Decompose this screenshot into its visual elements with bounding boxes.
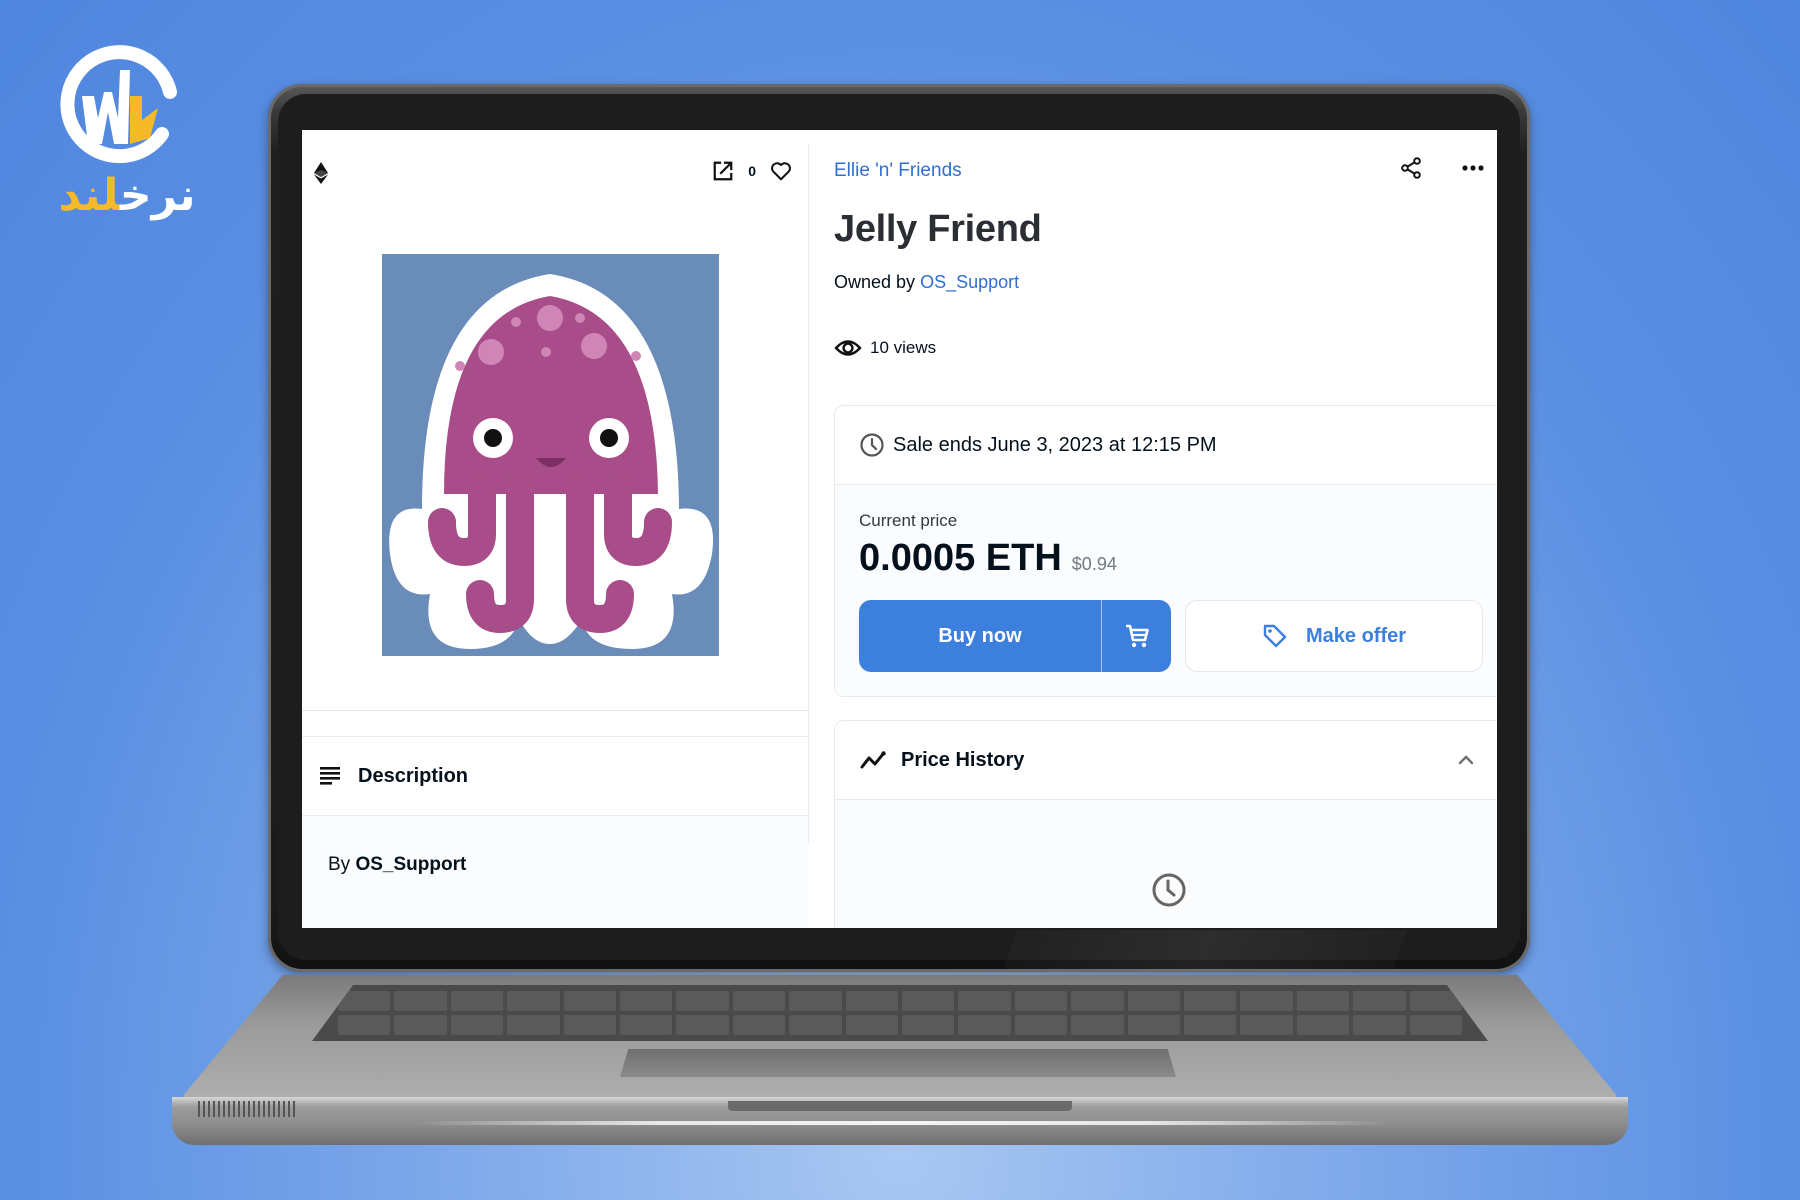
chevron-up-icon[interactable] (1457, 751, 1475, 769)
laptop-lip-highlight (412, 1121, 1392, 1125)
price-row: 0.0005 ETH $0.94 (859, 537, 1497, 580)
brand-wordmark: نرخلند (52, 168, 202, 224)
buy-now-button[interactable]: Buy now (859, 600, 1102, 672)
price-history-card: Price History (834, 720, 1497, 928)
laptop-base (172, 975, 1628, 1145)
price-history-header[interactable]: Price History (835, 721, 1497, 800)
clock-icon (1152, 873, 1186, 907)
nft-item-page: 0 Description By OS_Support Ellie 'n' Fr… (302, 130, 1497, 928)
description-body: By OS_Support (302, 816, 808, 928)
bezel-reflection (1002, 930, 1408, 970)
brand-logo: نرخلند (52, 40, 195, 221)
sale-ends-text: Sale ends June 3, 2023 at 12:15 PM (893, 433, 1217, 456)
current-price-label: Current price (859, 511, 958, 530)
add-to-cart-button[interactable] (1102, 600, 1171, 672)
owner-line: Owned by OS_Support (834, 272, 1019, 293)
wordmark-yellow-part: لند (58, 170, 120, 221)
by-label: By (328, 854, 351, 875)
owned-by-label: Owned by (834, 272, 916, 292)
media-actions: 0 (712, 160, 792, 182)
laptop-keyboard (312, 985, 1488, 1041)
wordmark-white-part: نرخ (119, 170, 196, 221)
price-eth: 0.0005 ETH (859, 537, 1062, 579)
jellyfish-artwork (382, 254, 719, 656)
collection-link[interactable]: Ellie 'n' Friends (834, 160, 962, 182)
owner-link[interactable]: OS_Support (920, 272, 1019, 292)
favorite-count: 0 (748, 163, 756, 179)
views-count: 10 views (834, 338, 936, 358)
text-lines-icon (320, 767, 340, 785)
description-card: Description By OS_Support (302, 736, 808, 928)
more-options-icon[interactable] (1461, 156, 1485, 180)
left-column: 0 Description By OS_Support (302, 144, 809, 928)
tag-icon (1263, 624, 1287, 648)
cart-icon (1125, 624, 1149, 648)
price-history-heading: Price History (901, 748, 1025, 771)
external-link-icon[interactable] (712, 160, 734, 182)
trend-line-icon (860, 751, 886, 769)
heart-icon[interactable] (770, 160, 792, 182)
sale-end-header: Sale ends June 3, 2023 at 12:15 PM (835, 406, 1497, 485)
purchase-actions: Buy now Make offer (859, 600, 1483, 672)
laptop-notch (728, 1101, 1072, 1111)
price-section: Current price 0.0005 ETH $0.94 Buy now M… (835, 485, 1497, 696)
make-offer-label: Make offer (1305, 624, 1407, 647)
item-title: Jelly Friend (834, 208, 1042, 250)
sale-card: Sale ends June 3, 2023 at 12:15 PM Curre… (834, 405, 1497, 697)
chart-logo-icon (60, 45, 177, 164)
header-actions (1399, 156, 1485, 180)
laptop-trackpad (620, 1049, 1176, 1077)
right-column: Ellie 'n' Friends Jelly Friend Owned by … (834, 130, 1497, 928)
share-icon[interactable] (1399, 156, 1423, 180)
eye-icon (834, 340, 862, 356)
media-card: 0 (302, 144, 808, 711)
ethereum-icon (314, 162, 328, 184)
make-offer-button[interactable]: Make offer (1185, 600, 1483, 672)
clock-icon (860, 433, 884, 457)
description-header[interactable]: Description (302, 737, 808, 816)
buy-now-button-group: Buy now (859, 600, 1171, 672)
price-history-body (835, 800, 1497, 928)
speaker-grille (198, 1101, 298, 1117)
description-heading: Description (358, 764, 469, 787)
creator-name[interactable]: OS_Support (355, 854, 466, 875)
views-text: 10 views (870, 338, 937, 357)
price-usd: $0.94 (1071, 554, 1117, 574)
